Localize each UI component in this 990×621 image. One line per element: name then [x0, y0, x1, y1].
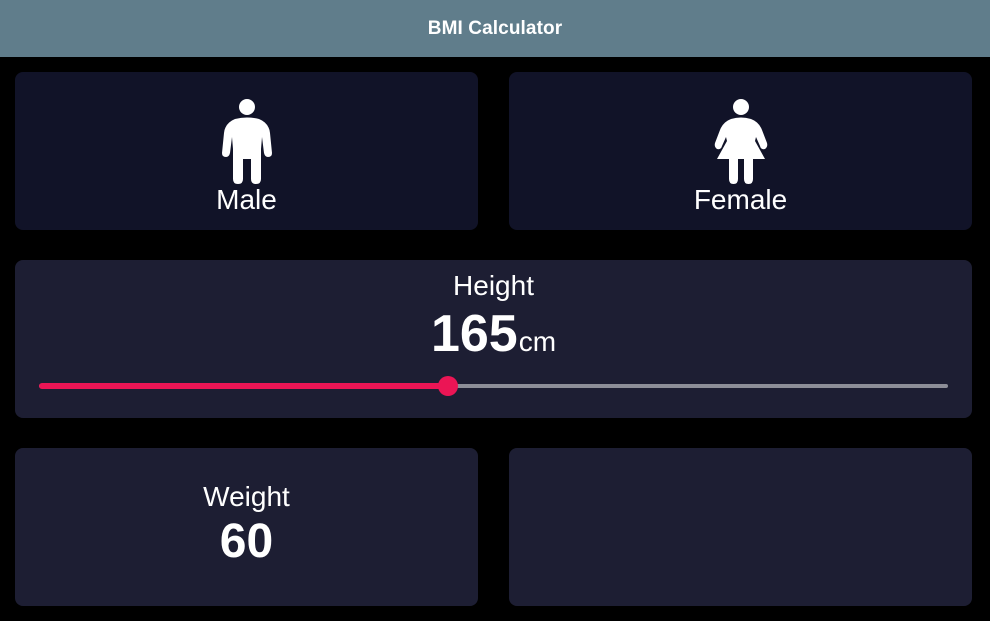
weight-value: 60 — [219, 515, 274, 568]
male-card[interactable]: Male — [15, 72, 478, 230]
slider-active-track[interactable] — [39, 383, 449, 389]
male-person-icon — [221, 99, 272, 184]
empty-card — [509, 448, 972, 606]
female-person-icon — [714, 99, 767, 184]
female-card[interactable]: Female — [509, 72, 972, 230]
weight-card: Weight 60 — [15, 448, 478, 606]
height-slider[interactable] — [39, 376, 948, 396]
female-label: Female — [693, 184, 788, 215]
app-title: BMI Calculator — [427, 17, 563, 39]
height-label: Height — [453, 270, 534, 301]
height-readout: 165 cm — [15, 304, 972, 364]
weight-label: Weight — [203, 481, 290, 512]
app-bar: BMI Calculator — [0, 0, 990, 57]
height-card: Height 165 cm — [15, 260, 972, 418]
height-value: 165 — [430, 305, 518, 363]
height-unit: cm — [518, 326, 557, 357]
male-label: Male — [216, 184, 277, 215]
slider-thumb[interactable] — [438, 376, 459, 396]
